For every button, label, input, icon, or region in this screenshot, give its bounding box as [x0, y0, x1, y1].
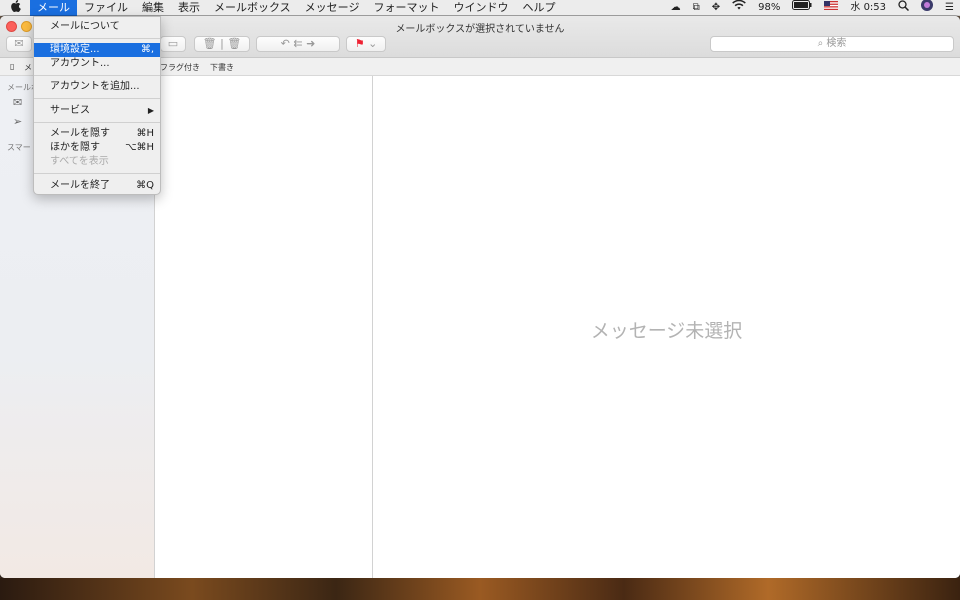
search-placeholder: 検索 [826, 38, 847, 49]
siri-icon[interactable] [915, 0, 939, 17]
sent-icon[interactable]: ➢ [13, 115, 22, 128]
menu-item-services[interactable]: サービス ▶ [34, 104, 160, 118]
menu-message[interactable]: メッセージ [298, 0, 367, 16]
menu-item-label: すべてを表示 [50, 156, 109, 167]
clock[interactable]: 水 0:53 [844, 0, 892, 16]
no-message-selected: メッセージ未選択 [590, 320, 743, 342]
menu-file[interactable]: ファイル [77, 0, 135, 16]
menu-bar: メール ファイル 編集 表示 メールボックス メッセージ フォーマット ウインド… [0, 0, 960, 16]
reply-forward-group[interactable]: ↶ ⇇ ➜ [256, 36, 340, 52]
menu-separator [34, 122, 160, 123]
menu-item-add-account[interactable]: アカウントを追加... [34, 80, 160, 94]
menu-view[interactable]: 表示 [171, 0, 207, 16]
flag-button[interactable]: ⚑ ⌄ [346, 36, 386, 52]
move-icon[interactable]: ✥ [706, 0, 726, 16]
mail-menu-dropdown: メールについて 環境設定... ⌘, アカウント... アカウントを追加... サ… [33, 16, 161, 195]
shortcut: ⌘H [136, 128, 154, 139]
menu-mailbox[interactable]: メールボックス [207, 0, 298, 16]
menu-item-hide-mail[interactable]: メールを隠す ⌘H [34, 127, 160, 141]
menu-separator [34, 38, 160, 39]
menu-item-label: メールを終了 [50, 180, 110, 191]
apple-menu-icon[interactable] [0, 0, 30, 16]
menu-separator [34, 173, 160, 174]
wifi-icon[interactable] [726, 0, 752, 16]
menu-item-label: メールを隠す [50, 128, 110, 139]
get-mail-button[interactable]: ✉ [6, 36, 32, 52]
menu-item-label: ほかを隠す [50, 142, 100, 153]
menu-item-label: メールについて [50, 21, 120, 32]
menu-item-hide-others[interactable]: ほかを隠す ⌥⌘H [34, 141, 160, 155]
search-field[interactable]: ⌕ 検索 [710, 36, 954, 52]
favorite-drafts[interactable]: 下書き [210, 62, 234, 73]
delete-button-group[interactable]: 🗑 | 🗑 [194, 36, 250, 52]
menu-item-preferences[interactable]: 環境設定... ⌘, [34, 43, 160, 57]
submenu-arrow-icon: ▶ [147, 106, 154, 115]
list-icon[interactable]: ☰ [939, 0, 960, 16]
menu-item-label: アカウント... [50, 58, 110, 69]
menu-help[interactable]: ヘルプ [515, 0, 562, 16]
shortcut: ⌘, [140, 44, 154, 55]
cloud-icon[interactable]: ☁ [665, 0, 687, 16]
shortcut: ⌘Q [136, 180, 154, 191]
menu-item-label: アカウントを追加... [50, 81, 140, 92]
window-icon[interactable]: ⧉ [687, 0, 706, 16]
menu-item-show-all: すべてを表示 [34, 155, 160, 169]
menu-item-about[interactable]: メールについて [34, 20, 160, 34]
menu-mail[interactable]: メール [30, 0, 77, 16]
desktop-background [0, 578, 960, 600]
menu-format[interactable]: フォーマット [366, 0, 446, 16]
favorite-mailbox[interactable]: メ [24, 62, 32, 73]
message-viewer: メッセージ未選択 [373, 76, 960, 578]
menu-separator [34, 98, 160, 99]
archive-button[interactable]: ▭ [160, 36, 186, 52]
favorite-flagged[interactable]: フラグ付き [160, 62, 200, 73]
menu-item-accounts[interactable]: アカウント... [34, 57, 160, 71]
menu-item-quit[interactable]: メールを終了 ⌘Q [34, 179, 160, 193]
menu-separator [34, 75, 160, 76]
message-list[interactable] [155, 76, 373, 578]
menu-window[interactable]: ウインドウ [446, 0, 515, 16]
battery-icon[interactable] [786, 0, 818, 16]
menu-item-label: サービス [50, 105, 90, 116]
sidebar-toggle-icon[interactable]: ▯ [10, 62, 14, 71]
search-icon[interactable] [892, 0, 915, 17]
shortcut: ⌥⌘H [124, 142, 154, 153]
battery-percent[interactable]: 98% [752, 0, 786, 16]
menu-item-label: 環境設定... [50, 44, 100, 55]
flag-us-icon[interactable] [818, 0, 844, 16]
inbox-icon[interactable]: ✉ [13, 96, 22, 109]
menu-edit[interactable]: 編集 [135, 0, 171, 16]
